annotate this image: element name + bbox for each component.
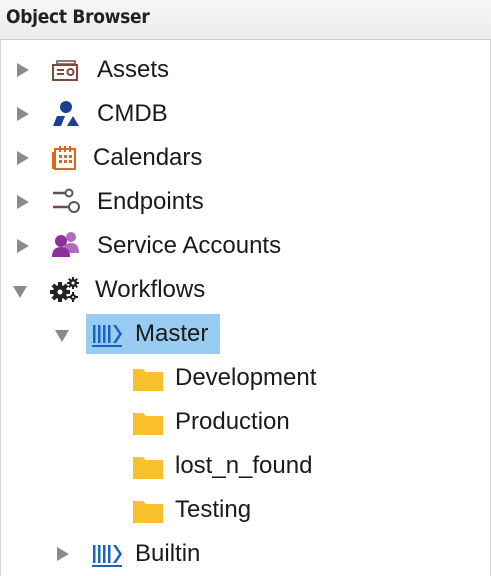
- tree-item-label: Testing: [175, 496, 252, 523]
- tree-item-label: Assets: [97, 56, 170, 83]
- calendar-icon: [51, 143, 77, 170]
- endpoints-icon: [51, 188, 80, 214]
- workflow-icon: [91, 321, 122, 347]
- tree-item-service-accounts[interactable]: Service Accounts: [1, 226, 491, 266]
- workflow-icon: [91, 541, 122, 567]
- tree-item-production[interactable]: Production: [1, 402, 491, 442]
- panel-title: Object Browser: [6, 6, 150, 28]
- tree-item-label: Workflows: [95, 276, 206, 303]
- tree-item-label: Development: [175, 364, 317, 391]
- tree-item-master[interactable]: Master: [1, 314, 491, 354]
- tree-item-assets[interactable]: Assets: [1, 50, 491, 90]
- tree-item-calendars[interactable]: Calendars: [1, 138, 491, 178]
- folder-icon: [132, 454, 163, 480]
- panel-header: Object Browser: [0, 0, 491, 40]
- collapse-arrow-icon[interactable]: [55, 330, 69, 342]
- service-accounts-icon: [51, 231, 79, 257]
- tree-item-lost-n-found[interactable]: lost_n_found: [1, 446, 491, 486]
- tree-item-label: Service Accounts: [97, 232, 282, 259]
- tree-item-label: lost_n_found: [175, 452, 313, 479]
- expand-arrow-icon[interactable]: [17, 151, 29, 165]
- tree-item-label: Calendars: [93, 144, 203, 171]
- expand-arrow-icon[interactable]: [57, 547, 69, 561]
- assets-icon: [51, 57, 78, 83]
- gears-icon: [49, 276, 79, 302]
- folder-icon: [132, 498, 163, 524]
- tree-item-endpoints[interactable]: Endpoints: [1, 182, 491, 222]
- folder-icon: [132, 366, 163, 392]
- cmdb-icon: [51, 100, 79, 126]
- tree-item-label: Master: [135, 320, 209, 347]
- tree-item-development[interactable]: Development: [1, 358, 491, 398]
- folder-icon: [132, 410, 163, 436]
- tree-item-cmdb[interactable]: CMDB: [1, 94, 491, 134]
- expand-arrow-icon[interactable]: [17, 107, 29, 121]
- expand-arrow-icon[interactable]: [17, 195, 29, 209]
- tree-item-workflows[interactable]: Workflows: [1, 270, 491, 310]
- tree-item-label: Endpoints: [97, 188, 204, 215]
- object-tree[interactable]: Assets CMDB Calendars Endpoints Service …: [0, 40, 491, 576]
- tree-item-builtin[interactable]: Builtin: [1, 534, 491, 574]
- expand-arrow-icon[interactable]: [17, 63, 29, 77]
- tree-item-label: CMDB: [97, 100, 168, 127]
- expand-arrow-icon[interactable]: [17, 239, 29, 253]
- tree-item-testing[interactable]: Testing: [1, 490, 491, 530]
- object-browser-panel: Object Browser Assets CMDB Calendars End…: [0, 0, 491, 576]
- tree-item-label: Builtin: [135, 540, 201, 567]
- collapse-arrow-icon[interactable]: [13, 286, 27, 298]
- tree-item-label: Production: [175, 408, 290, 435]
